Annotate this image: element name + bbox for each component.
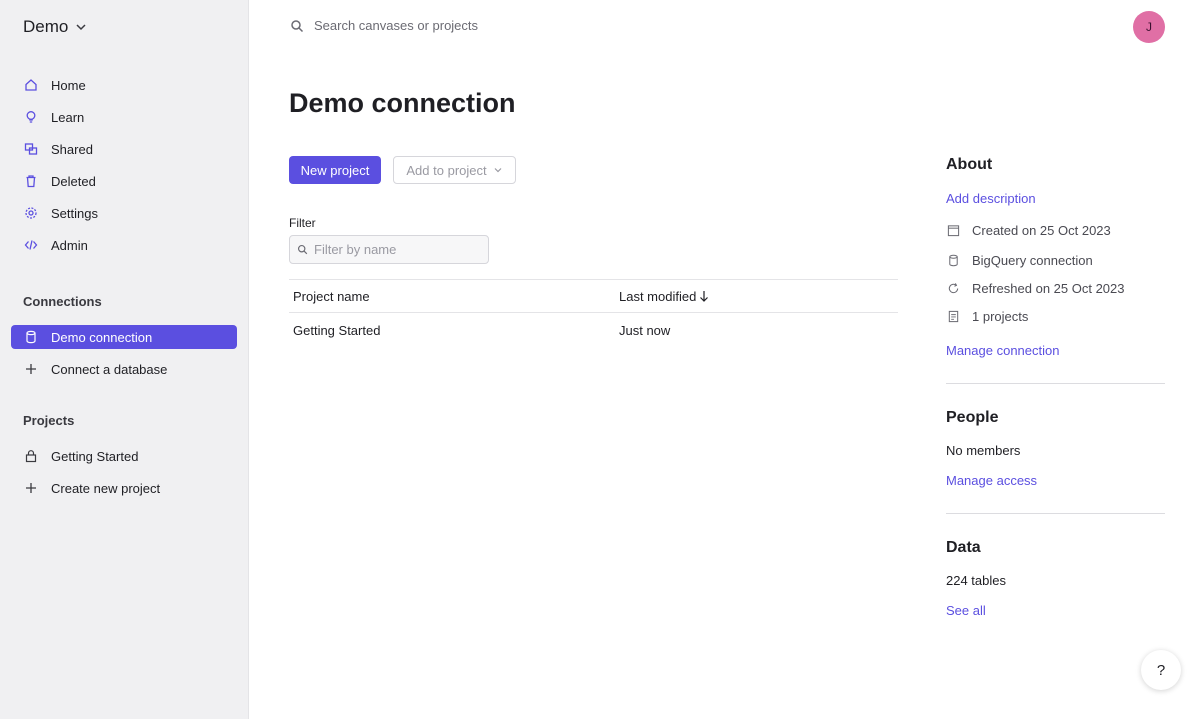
- lightbulb-icon: [23, 109, 39, 125]
- refreshed-date-text: Refreshed on 25 Oct 2023: [972, 281, 1125, 296]
- refresh-icon: [946, 282, 960, 296]
- projects-table: Project name Last modified Getting Start…: [289, 279, 898, 347]
- tables-count: 224 tables: [946, 573, 1006, 588]
- search-input[interactable]: [314, 18, 614, 33]
- sidebar-item-admin[interactable]: Admin: [11, 233, 237, 257]
- projects-count: 1 projects: [946, 309, 1165, 324]
- sidebar-item-create-project[interactable]: Create new project: [11, 476, 237, 500]
- table-row[interactable]: Getting Started Just now: [289, 313, 898, 347]
- search-bar: [290, 18, 614, 33]
- sidebar-item-getting-started[interactable]: Getting Started: [11, 444, 237, 468]
- sort-down-icon: [700, 291, 709, 302]
- column-header-project-name[interactable]: Project name: [289, 289, 619, 304]
- about-heading: About: [946, 156, 993, 173]
- add-to-project-label: Add to project: [406, 162, 487, 178]
- last-modified-cell: Just now: [619, 322, 671, 338]
- sidebar-item-label: Deleted: [51, 173, 96, 189]
- column-header-last-modified[interactable]: Last modified: [619, 289, 898, 304]
- projects-count-text: 1 projects: [972, 309, 1029, 324]
- filter-input[interactable]: [314, 242, 484, 257]
- new-project-button[interactable]: New project: [289, 156, 381, 184]
- divider: [946, 513, 1165, 514]
- sidebar-item-deleted[interactable]: Deleted: [11, 169, 237, 193]
- connection-type-text: BigQuery connection: [972, 253, 1093, 268]
- sidebar-item-label: Connect a database: [51, 361, 168, 377]
- workspace-name: Demo: [23, 17, 69, 36]
- sidebar-item-label: Shared: [51, 141, 93, 157]
- projects-nav: Getting Started Create new project: [11, 444, 237, 508]
- sidebar-item-label: Admin: [51, 237, 88, 253]
- sidebar: Demo Home Learn Shared Deleted Settings …: [0, 0, 249, 719]
- shared-icon: [23, 141, 39, 157]
- home-icon: [23, 77, 39, 93]
- column-header-label: Last modified: [619, 288, 697, 304]
- sidebar-item-label: Home: [51, 77, 86, 93]
- project-name-cell: Getting Started: [293, 322, 381, 338]
- connection-type: BigQuery connection: [946, 253, 1165, 268]
- projects-heading: Projects: [23, 413, 75, 428]
- search-icon: [297, 244, 308, 255]
- lock-icon: [23, 448, 39, 464]
- filter-field: [289, 235, 489, 264]
- members-text: No members: [946, 443, 1021, 458]
- connections-nav: Demo connection Connect a database: [11, 325, 237, 389]
- sidebar-item-label: Create new project: [51, 480, 161, 496]
- database-icon: [23, 329, 39, 345]
- refreshed-date: Refreshed on 25 Oct 2023: [946, 281, 1165, 296]
- add-to-project-button[interactable]: Add to project: [393, 156, 516, 184]
- plus-icon: [23, 480, 39, 496]
- table-header: Project name Last modified: [289, 279, 898, 313]
- data-heading: Data: [946, 539, 981, 556]
- workspace-switcher[interactable]: Demo: [23, 17, 88, 37]
- document-icon: [946, 310, 960, 324]
- database-icon: [946, 254, 960, 268]
- avatar[interactable]: J: [1133, 11, 1165, 43]
- sidebar-item-connect-database[interactable]: Connect a database: [11, 357, 237, 381]
- add-description-link[interactable]: Add description: [946, 191, 1165, 206]
- manage-connection-link[interactable]: Manage connection: [946, 343, 1165, 358]
- sidebar-item-label: Learn: [51, 109, 85, 125]
- search-icon: [291, 19, 304, 32]
- created-date-text: Created on 25 Oct 2023: [972, 223, 1111, 238]
- gear-icon: [23, 205, 39, 221]
- code-icon: [23, 237, 39, 253]
- main-nav: Home Learn Shared Deleted Settings Admin: [11, 73, 237, 265]
- divider: [946, 383, 1165, 384]
- sidebar-item-label: Getting Started: [51, 448, 139, 464]
- sidebar-item-learn[interactable]: Learn: [11, 105, 237, 129]
- trash-icon: [23, 173, 39, 189]
- filter-label: Filter: [289, 216, 316, 230]
- created-date: Created on 25 Oct 2023: [946, 223, 1165, 238]
- help-button[interactable]: ?: [1141, 650, 1181, 690]
- sidebar-item-shared[interactable]: Shared: [11, 137, 237, 161]
- see-all-link[interactable]: See all: [946, 603, 1165, 618]
- sidebar-item-label: Settings: [51, 205, 98, 221]
- sidebar-item-demo-connection[interactable]: Demo connection: [11, 325, 237, 349]
- connections-heading: Connections: [23, 294, 102, 309]
- page-title: Demo connection: [289, 88, 516, 118]
- manage-access-link[interactable]: Manage access: [946, 473, 1165, 488]
- calendar-icon: [946, 224, 960, 238]
- sidebar-item-label: Demo connection: [51, 329, 153, 345]
- sidebar-item-home[interactable]: Home: [11, 73, 237, 97]
- plus-icon: [23, 361, 39, 377]
- people-heading: People: [946, 409, 999, 426]
- sidebar-item-settings[interactable]: Settings: [11, 201, 237, 225]
- about-section: About: [946, 156, 1165, 174]
- chevron-down-icon: [494, 168, 502, 173]
- chevron-down-icon: [76, 24, 86, 31]
